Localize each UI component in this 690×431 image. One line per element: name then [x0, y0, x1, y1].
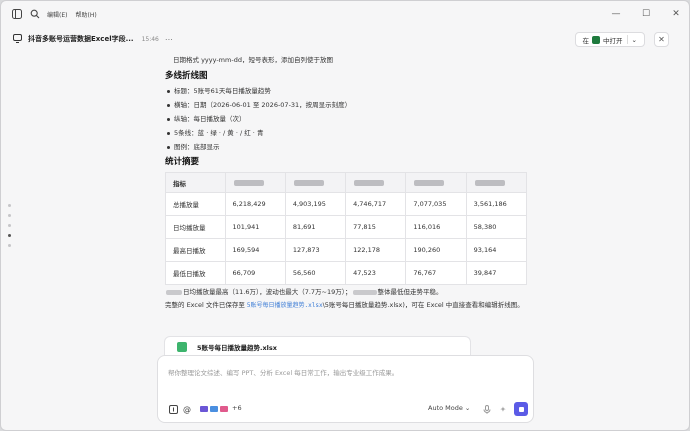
open-in-prefix: 在: [582, 36, 590, 45]
message-composer[interactable]: 帮你整理论文综述、编写 PPT、分析 Excel 每日常工作，输出专业级工作成果…: [157, 355, 534, 423]
chevron-down-icon[interactable]: ⌄: [632, 36, 637, 44]
cut-off-bullet: 日期格式 yyyy-mm-dd，短号表形，添加自列使于放图: [173, 56, 333, 64]
close-panel-icon[interactable]: ✕: [654, 32, 669, 47]
row-label: 最低日播放: [165, 261, 226, 285]
app-window: 编辑(E) 帮助(H) — ☐ ✕ 抖音多账号运营数据Excel字段... 15…: [0, 0, 690, 431]
list-item: 标题：5账号61天每日播放量趋势: [165, 84, 351, 98]
table-row: 总播放量 6,218,429 4,903,195 4,746,717 7,077…: [165, 192, 528, 216]
table-row: 日均播放量 101,941 81,691 77,815 116,016 58,3…: [165, 215, 528, 239]
table-cell: 116,016: [405, 215, 467, 239]
dot[interactable]: [8, 214, 11, 217]
row-label: 总播放量: [165, 192, 226, 216]
table-cell: 76,767: [405, 261, 467, 285]
microphone-icon[interactable]: [481, 403, 493, 415]
list-item: 横轴：日期（2026-06-01 至 2026-07-31，按周显示刻度）: [165, 98, 351, 112]
saved-note: 完整的 Excel 文件已保存至 5账号每日播放量趋势.xlsx\5账号每日播放…: [165, 300, 525, 311]
summary-part-a: 日均播放量最高（11.6万），波动也最大（7.7万~19万）；: [183, 288, 352, 296]
table-cell: 6,218,429: [224, 192, 286, 216]
open-in-label: 中打开: [603, 36, 623, 45]
more-options-icon[interactable]: ⋯: [165, 35, 173, 44]
dot[interactable]: [8, 204, 11, 207]
composer-placeholder[interactable]: 帮你整理论文综述、编写 PPT、分析 Excel 每日常工作，输出专业级工作成果…: [168, 367, 398, 377]
stats-table: 指标 总播放量 6,218,429 4,903,195 4,746,717 7,…: [165, 172, 528, 285]
sparkle-icon[interactable]: ✦: [497, 403, 509, 415]
list-item: 纵轴：每日播放量（次）: [165, 112, 351, 126]
table-cell: 190,260: [405, 238, 467, 262]
row-label: 最高日播放: [165, 238, 226, 262]
attach-file-icon[interactable]: [167, 403, 179, 415]
table-header-redacted: [284, 172, 347, 193]
table-header-row: 指标: [165, 172, 528, 193]
heading-line-chart: 多线折线图: [165, 71, 208, 81]
heading-stats-summary: 统计摘要: [165, 157, 200, 167]
chat-title[interactable]: 抖音多账号运营数据Excel字段...: [28, 34, 134, 44]
window-controls: — ☐ ✕: [601, 1, 689, 27]
menu-help[interactable]: 帮助(H): [75, 10, 96, 19]
stop-button[interactable]: [514, 402, 528, 416]
table-header-redacted: [224, 172, 286, 193]
dot-active[interactable]: [8, 234, 11, 237]
table-cell: 4,746,717: [345, 192, 407, 216]
table-cell: 101,941: [224, 215, 286, 239]
more-tools-count[interactable]: +6: [232, 404, 242, 412]
dot[interactable]: [8, 244, 11, 247]
table-cell: 56,560: [284, 261, 347, 285]
table-cell: 169,594: [224, 238, 286, 262]
table-cell: 58,380: [465, 215, 528, 239]
table-cell: 3,561,186: [465, 192, 528, 216]
chart-spec-list: 标题：5账号61天每日播放量趋势 横轴：日期（2026-06-01 至 2026…: [165, 84, 351, 154]
close-window-icon[interactable]: ✕: [661, 1, 689, 27]
scroll-position-dots: [8, 204, 11, 254]
saved-prefix: 完整的 Excel 文件已保存至: [165, 301, 247, 309]
table-cell: 127,873: [284, 238, 347, 262]
table-cell: 47,523: [345, 261, 407, 285]
excel-icon: [592, 35, 601, 44]
table-cell: 93,164: [465, 238, 528, 262]
redacted-name: [352, 289, 377, 295]
at-mention-icon[interactable]: @: [181, 403, 193, 415]
table-cell: 122,178: [345, 238, 407, 262]
divider: [626, 35, 628, 44]
table-row: 最高日播放 169,594 127,873 122,178 190,260 93…: [165, 238, 528, 262]
summary-part-b: 整体最低但走势平稳。: [377, 288, 443, 296]
table-cell: 4,903,195: [284, 192, 347, 216]
message-content: 日期格式 yyyy-mm-dd，短号表形，添加自列使于放图 多线折线图 标题：5…: [165, 51, 535, 351]
list-item: 图例：底部显示: [165, 140, 351, 154]
table-cell: 77,815: [345, 215, 407, 239]
table-row: 最低日播放 66,709 56,560 47,523 76,767 39,847: [165, 261, 528, 285]
table-header-redacted: [405, 172, 467, 193]
list-item: 5条线：蓝 · 绿 · / 黄 · / 红 · 青: [165, 126, 351, 140]
file-name: 5账号每日播放量趋势.xlsx: [197, 343, 277, 352]
open-in-excel-button[interactable]: 在 中打开 ⌄: [574, 32, 645, 47]
chat-time: 15:46: [141, 35, 159, 43]
file-link[interactable]: 5账号每日播放量趋势.xlsx: [247, 302, 323, 309]
menu-edit[interactable]: 编辑(E): [47, 10, 67, 19]
row-label: 日均播放量: [165, 215, 226, 239]
saved-rest: \5账号每日播放量趋势.xlsx)，可在 Excel 中直接查看和编辑折线图。: [322, 301, 524, 309]
table-header: 指标: [165, 172, 226, 193]
dot[interactable]: [8, 224, 11, 227]
stop-icon: [518, 406, 524, 412]
title-bar: 编辑(E) 帮助(H) — ☐ ✕: [1, 1, 689, 27]
minimize-icon[interactable]: —: [601, 1, 631, 27]
table-cell: 66,709: [224, 261, 286, 285]
doc-tool-icon[interactable]: [218, 403, 230, 415]
table-header-redacted: [345, 172, 407, 193]
redacted-name: [166, 289, 182, 295]
table-header-redacted: [465, 172, 528, 193]
file-attachment-card[interactable]: 5账号每日播放量趋势.xlsx: [164, 336, 471, 356]
spreadsheet-file-icon: [177, 341, 187, 352]
table-cell: 39,847: [465, 261, 528, 285]
sidebar-toggle-icon[interactable]: [11, 8, 23, 20]
table-cell: 7,077,035: [405, 192, 467, 216]
summary-text: 日均播放量最高（11.6万），波动也最大（7.7万~19万）； 整体最低但走势平稳…: [165, 286, 443, 296]
mode-selector[interactable]: Auto Mode ⌄: [428, 404, 470, 412]
maximize-icon[interactable]: ☐: [631, 1, 661, 27]
table-cell: 81,691: [284, 215, 347, 239]
search-icon[interactable]: [29, 8, 41, 20]
chat-icon: [13, 33, 22, 45]
